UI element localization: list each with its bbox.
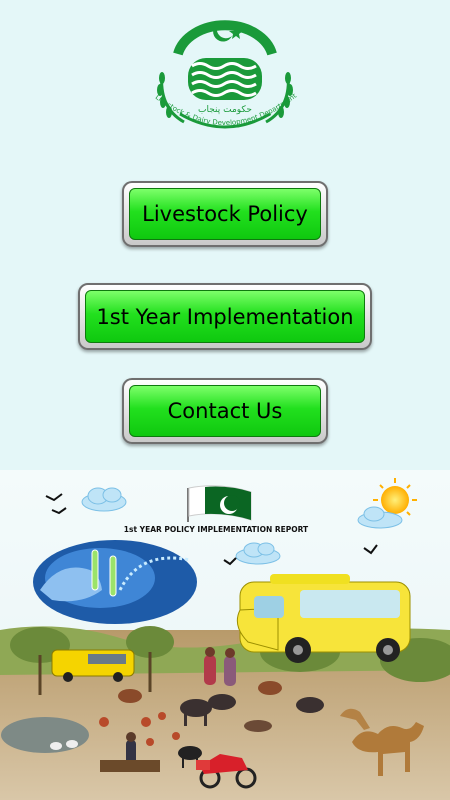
policy-report-banner: 1st YEAR POLICY IMPLEMENTATION REPORT xyxy=(0,470,450,800)
first-year-implementation-button[interactable]: 1st Year Implementation xyxy=(78,283,372,350)
livestock-policy-label: Livestock Policy xyxy=(129,188,321,240)
contact-us-label: Contact Us xyxy=(129,385,321,437)
livestock-policy-button[interactable]: Livestock Policy xyxy=(122,181,328,247)
lab-research-image xyxy=(33,540,197,624)
urdu-label: حکومت پنجاب xyxy=(198,105,252,115)
mobile-clinic-bus-icon xyxy=(236,574,411,663)
implementation-label: 1st Year Implementation xyxy=(85,290,365,343)
banner-title: 1st YEAR POLICY IMPLEMENTATION REPORT xyxy=(124,525,309,534)
department-logo: Livestock & Dairy Development Department… xyxy=(140,14,300,129)
contact-us-button[interactable]: Contact Us xyxy=(122,378,328,444)
